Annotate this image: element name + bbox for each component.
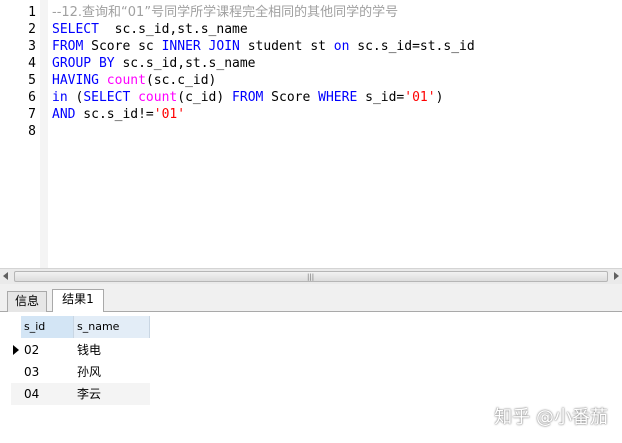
- table-row[interactable]: 03 孙风: [11, 361, 150, 383]
- code-token: '01': [153, 107, 186, 122]
- column-header-s-name[interactable]: s_name: [74, 316, 150, 338]
- result-tab-strip: 信息 结果1: [0, 288, 622, 313]
- sql-editor[interactable]: 1 2 3 4 5 6 7 8 --12.查询和“01”号同学所学课程完全相同的其他同学的学号…: [0, 0, 622, 268]
- code-token: s_id=: [357, 90, 405, 105]
- cell-s-id[interactable]: 04: [21, 383, 74, 405]
- code-line: FROM Score sc INNER JOIN student st on s…: [52, 38, 475, 55]
- table-row[interactable]: 04 李云: [11, 383, 150, 405]
- code-token: WHERE: [318, 90, 358, 105]
- code-token: sc.s_id,st.s_name: [98, 22, 248, 37]
- line-number: 2: [28, 22, 36, 37]
- scrollbar-thumb[interactable]: |||: [14, 271, 608, 282]
- line-number-gutter: 1 2 3 4 5 6 7 8: [0, 0, 40, 268]
- code-token: (: [67, 90, 84, 105]
- row-selector[interactable]: [11, 383, 20, 405]
- cell-s-name[interactable]: 李云: [74, 383, 150, 405]
- code-token: student st: [239, 39, 334, 54]
- code-token: (c_id): [177, 90, 233, 105]
- scroll-left-icon[interactable]: [3, 272, 8, 280]
- code-token: INNER JOIN: [161, 39, 240, 54]
- code-line: AND sc.s_id!='01': [52, 106, 185, 123]
- scrollbar-grip-icon: |||: [307, 273, 315, 281]
- row-selector[interactable]: [11, 361, 20, 383]
- code-token: SELECT: [83, 90, 131, 105]
- grid-header-row: s_id s_name: [11, 316, 150, 338]
- fold-margin: [40, 0, 48, 268]
- code-line: SELECT sc.s_id,st.s_name: [52, 21, 248, 38]
- code-token: --12.查询和“01”号同学所学课程完全相同的其他同学的学号: [52, 5, 399, 20]
- scroll-right-icon[interactable]: [614, 272, 619, 280]
- code-line: --12.查询和“01”号同学所学课程完全相同的其他同学的学号: [52, 4, 398, 21]
- tab-info[interactable]: 信息: [7, 291, 47, 312]
- code-token: GROUP BY: [52, 56, 115, 71]
- code-token: (sc.c_id): [145, 73, 217, 88]
- code-token: in: [52, 90, 68, 105]
- code-line: GROUP BY sc.s_id,st.s_name: [52, 55, 256, 72]
- code-token: Score sc: [83, 39, 162, 54]
- code-token: sc.s_id,st.s_name: [114, 56, 256, 71]
- code-token: count: [138, 90, 178, 105]
- code-token: '01': [404, 90, 436, 105]
- current-row-pointer-icon: [13, 345, 19, 355]
- column-header-s-id[interactable]: s_id: [21, 316, 74, 338]
- code-line: in (SELECT count(c_id) FROM Score WHERE …: [52, 89, 443, 106]
- cell-s-name[interactable]: 孙风: [74, 361, 150, 383]
- code-token: sc.s_id=st.s_id: [349, 39, 475, 54]
- code-token: on: [333, 39, 350, 54]
- line-number: 4: [28, 56, 36, 71]
- line-number: 1: [28, 5, 36, 20]
- table-row[interactable]: 02 钱电: [11, 339, 150, 361]
- code-token: sc.s_id!=: [75, 107, 154, 122]
- code-token: HAVING: [52, 73, 99, 88]
- line-number: 6: [28, 90, 36, 105]
- code-token: AND: [52, 107, 76, 122]
- line-number: 3: [28, 39, 36, 54]
- code-line: HAVING count(sc.c_id): [52, 72, 216, 89]
- watermark: 知乎 @小番茄: [494, 407, 608, 428]
- code-token: FROM: [232, 90, 264, 105]
- line-number: 5: [28, 73, 36, 88]
- row-selector[interactable]: [11, 339, 20, 361]
- code-token: FROM: [52, 39, 84, 54]
- code-token: ): [435, 90, 444, 105]
- code-token: count: [106, 73, 146, 88]
- code-token: Score: [263, 90, 319, 105]
- line-number: 7: [28, 107, 36, 122]
- cell-s-id[interactable]: 02: [21, 339, 74, 361]
- tab-result-1[interactable]: 结果1: [52, 289, 104, 313]
- cell-s-id[interactable]: 03: [21, 361, 74, 383]
- line-number: 8: [28, 124, 36, 139]
- cell-s-name[interactable]: 钱电: [74, 339, 150, 361]
- code-token: SELECT: [52, 22, 99, 37]
- horizontal-scrollbar[interactable]: |||: [0, 268, 622, 284]
